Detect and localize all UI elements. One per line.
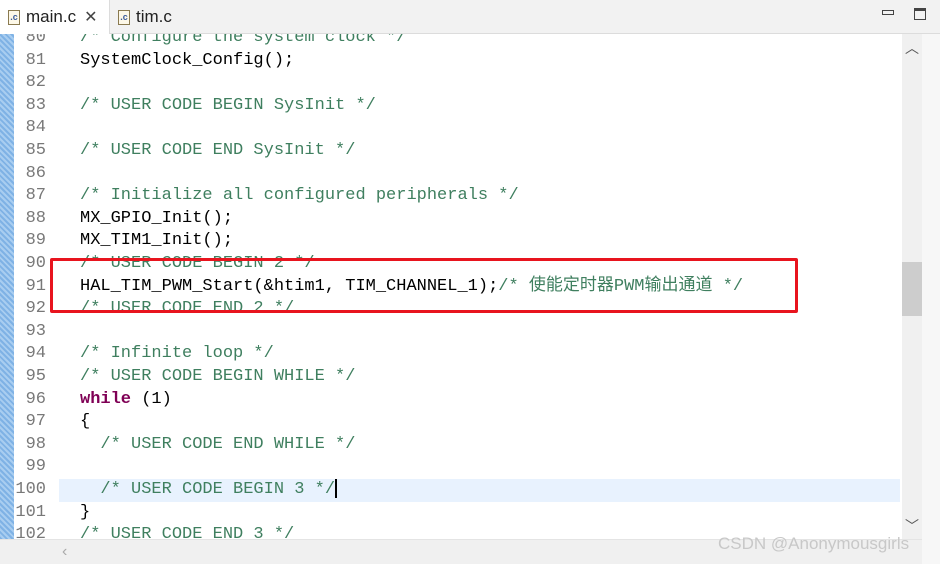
code-line[interactable]: 94 /* Infinite loop */ (14, 343, 902, 366)
tab-tim-c[interactable]: .c tim.c (114, 0, 172, 34)
comment: /* Initialize all configured peripherals… (80, 186, 519, 206)
tab-label: main.c (26, 7, 77, 26)
code-text: /* Initialize all configured peripherals… (59, 185, 900, 208)
code-text: while (1) (59, 389, 900, 412)
code-line[interactable]: 99 (14, 456, 902, 479)
code-text: /* USER CODE END WHILE */ (59, 434, 900, 457)
minimize-icon[interactable] (882, 10, 894, 15)
keyword: while (80, 389, 132, 409)
close-icon[interactable]: ✕ (84, 7, 97, 27)
line-number: 81 (25, 50, 46, 70)
comment: /* USER CODE BEGIN 3 */ (80, 480, 336, 499)
line-number: 101 (15, 502, 46, 522)
line-number: 85 (25, 141, 46, 160)
code-text: MX_GPIO_Init(); (59, 208, 900, 231)
code-text: { (59, 411, 900, 434)
line-number: 84 (25, 118, 46, 138)
code-token: } (80, 502, 91, 522)
line-number: 83 (25, 95, 46, 115)
line-number: 87 (25, 186, 46, 206)
code-line[interactable]: 89 MX_TIM1_Init(); (14, 230, 902, 253)
tab-label: tim.c (136, 7, 172, 26)
line-number: 86 (25, 163, 46, 183)
scrollbar-thumb[interactable] (902, 262, 922, 316)
line-number: 98 (25, 434, 46, 454)
line-number: 94 (25, 344, 46, 364)
change-ruler (0, 34, 14, 539)
code-line[interactable]: 86 (14, 163, 902, 186)
code-line[interactable]: 82 (14, 72, 902, 95)
code-line[interactable]: 84 (14, 117, 902, 140)
highlight-box (50, 258, 798, 313)
code-line[interactable]: 98 /* USER CODE END WHILE */ (14, 434, 902, 457)
line-number: 99 (25, 457, 46, 477)
line-number: 91 (25, 276, 46, 296)
code-line[interactable]: 97 { (14, 411, 902, 434)
line-number: 90 (25, 254, 46, 273)
code-line[interactable]: 87 /* Initialize all configured periphera… (14, 185, 902, 208)
comment: /* USER CODE END WHILE */ (80, 434, 356, 454)
code-token: SystemClock_Config(); (80, 50, 295, 70)
line-number: 88 (25, 208, 46, 228)
watermark: CSDN @Anonymousgirls (718, 534, 910, 553)
code-line[interactable]: 80 /* Configure the system clock */ (14, 34, 902, 50)
line-number: 89 (25, 231, 46, 251)
line-number: 97 (25, 412, 46, 432)
code-line[interactable]: 101} (14, 502, 902, 525)
code-line[interactable]: 95 /* USER CODE BEGIN WHILE */ (14, 366, 902, 389)
scroll-up-icon[interactable]: ︿ (902, 38, 922, 58)
editor-tab-bar: .c main.c ✕ .c tim.c (0, 0, 940, 34)
comment: /* USER CODE BEGIN SysInit */ (80, 95, 376, 115)
line-number: 82 (25, 73, 46, 93)
line-number: 93 (25, 321, 46, 341)
tab-main-c[interactable]: .c main.c ✕ (0, 0, 110, 34)
comment: /* USER CODE BEGIN WHILE */ (80, 367, 356, 386)
code-text: MX_TIM1_Init(); (59, 230, 900, 253)
code-line[interactable]: 83 /* USER CODE BEGIN SysInit */ (14, 95, 902, 118)
line-number: 100 (15, 480, 46, 499)
line-number: 95 (25, 367, 46, 386)
code-line[interactable]: 85 /* USER CODE END SysInit */ (14, 140, 902, 163)
comment: /* Configure the system clock */ (80, 34, 407, 47)
code-line[interactable]: 96 while (1) (14, 389, 902, 412)
code-line[interactable]: 100 /* USER CODE BEGIN 3 */ (14, 479, 902, 502)
code-text: /* USER CODE BEGIN WHILE */ (59, 366, 900, 389)
text-caret (335, 479, 338, 499)
line-number: 92 (25, 299, 46, 319)
scroll-left-icon[interactable]: ‹ (62, 543, 67, 561)
code-text: SystemClock_Config(); (59, 50, 900, 73)
code-token: (1) (131, 389, 172, 409)
c-file-icon: .c (8, 9, 20, 25)
line-number: 96 (25, 389, 46, 409)
code-line[interactable]: 93 (14, 321, 902, 344)
comment: /* USER CODE END SysInit */ (80, 141, 356, 160)
comment: /* USER CODE END 3 */ (80, 525, 295, 539)
code-text: /* Configure the system clock */ (59, 34, 900, 50)
code-text: /* USER CODE BEGIN 3 */ (59, 479, 900, 502)
code-text: /* USER CODE END SysInit */ (59, 140, 900, 163)
maximize-icon[interactable] (914, 8, 926, 20)
code-text: /* Infinite loop */ (59, 343, 900, 366)
code-token: { (80, 412, 91, 432)
overview-ruler (922, 34, 940, 564)
c-file-icon: .c (118, 9, 130, 25)
code-text: } (59, 502, 900, 525)
code-token: MX_TIM1_Init(); (80, 231, 234, 251)
code-line[interactable]: 81 SystemClock_Config(); (14, 50, 902, 73)
code-text: /* USER CODE BEGIN SysInit */ (59, 95, 900, 118)
comment: /* Infinite loop */ (80, 344, 274, 364)
line-number: 80 (25, 34, 46, 47)
line-number: 102 (15, 525, 46, 539)
code-token: MX_GPIO_Init(); (80, 208, 234, 228)
scroll-down-icon[interactable]: ﹀ (902, 516, 922, 536)
code-line[interactable]: 88 MX_GPIO_Init(); (14, 208, 902, 231)
